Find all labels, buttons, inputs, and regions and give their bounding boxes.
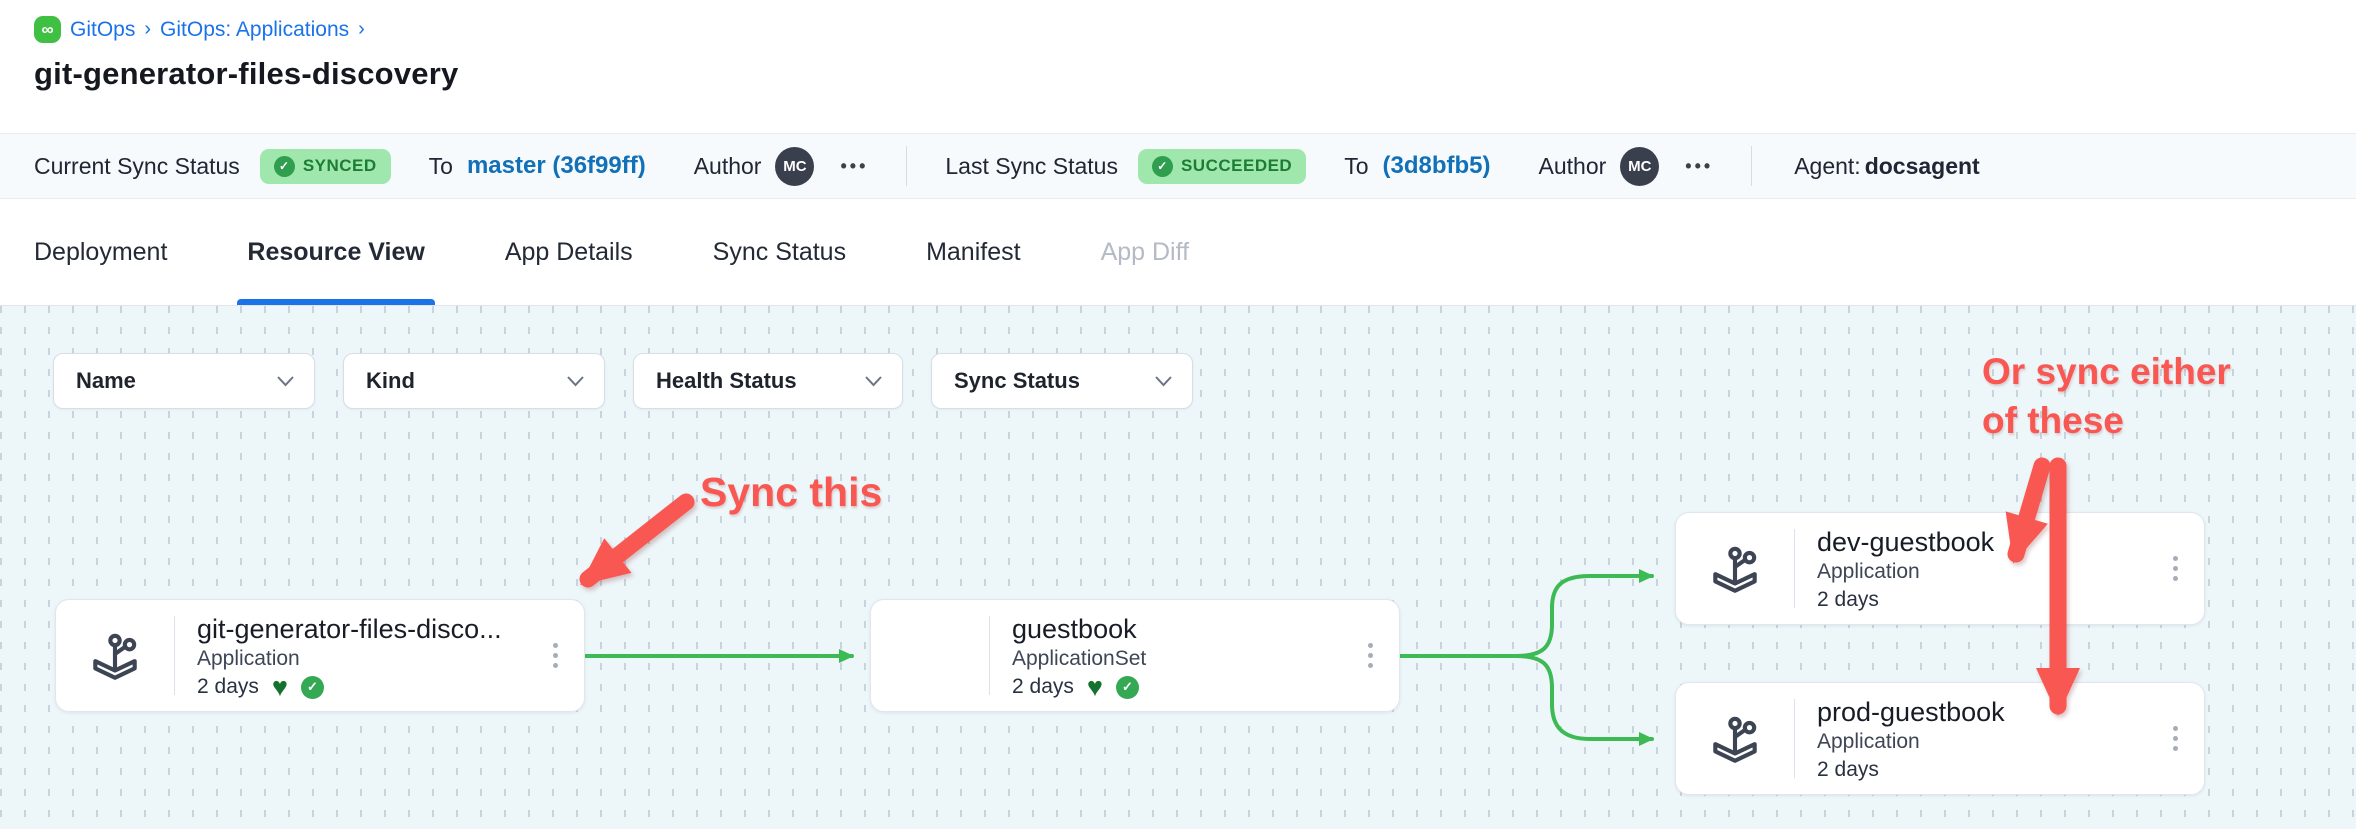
gitops-logo-icon: ∞ <box>34 16 61 43</box>
node-title: dev-guestbook <box>1817 527 2146 558</box>
chevron-down-icon <box>567 376 584 387</box>
check-circle-icon: ✓ <box>1152 156 1173 177</box>
current-commit-link[interactable]: master (36f99ff) <box>467 152 646 180</box>
current-author-label: Author <box>694 153 762 180</box>
node-title: prod-guestbook <box>1817 697 2146 728</box>
filter-sync-status-dropdown[interactable]: Sync Status <box>931 353 1193 409</box>
filter-bar: Name Kind Health Status Sync Status <box>53 353 1193 409</box>
last-author-label: Author <box>1539 153 1607 180</box>
node-kind: Application <box>197 647 526 671</box>
application-icon <box>1676 683 1794 794</box>
tab-bar: Deployment Resource View App Details Syn… <box>0 199 2356 306</box>
last-commit-link[interactable]: (3d8bfb5) <box>1383 152 1491 180</box>
chevron-down-icon <box>865 376 882 387</box>
node-dev-guestbook[interactable]: dev-guestbook Application 2 days <box>1675 512 2205 625</box>
breadcrumb-separator: › <box>358 18 365 41</box>
filter-name-label: Name <box>76 368 136 394</box>
node-kebab-menu[interactable] <box>2146 513 2204 624</box>
current-sync-status-label: Current Sync Status <box>34 153 240 180</box>
applicationset-icon-empty <box>871 600 989 711</box>
filter-name-dropdown[interactable]: Name <box>53 353 315 409</box>
node-title: guestbook <box>1012 614 1341 645</box>
health-heart-icon: ♥ <box>1087 677 1103 697</box>
node-body: guestbook ApplicationSet 2 days ♥ ✓ <box>990 600 1341 711</box>
last-to-label: To <box>1344 153 1368 180</box>
breadcrumb: ∞ GitOps › GitOps: Applications › <box>34 16 2356 43</box>
node-kind: Application <box>1817 560 2146 584</box>
annotation-line-1: Or sync either <box>1982 348 2231 397</box>
node-age: 2 days <box>1817 588 1879 612</box>
node-kebab-menu[interactable] <box>1341 600 1399 711</box>
application-icon <box>56 600 174 711</box>
current-author-avatar[interactable]: MC <box>775 147 814 186</box>
node-body: dev-guestbook Application 2 days <box>1795 513 2146 624</box>
filter-health-status-dropdown[interactable]: Health Status <box>633 353 903 409</box>
filter-kind-dropdown[interactable]: Kind <box>343 353 605 409</box>
chevron-down-icon <box>277 376 294 387</box>
last-sync-status-badge: ✓ SUCCEEDED <box>1138 149 1306 184</box>
chevron-down-icon <box>1155 376 1172 387</box>
breadcrumb-separator: › <box>144 18 151 41</box>
node-kebab-menu[interactable] <box>2146 683 2204 794</box>
node-guestbook[interactable]: guestbook ApplicationSet 2 days ♥ ✓ <box>870 599 1400 712</box>
annotation-sync-this: Sync this <box>700 469 882 516</box>
current-to-label: To <box>429 153 453 180</box>
resource-graph-canvas[interactable]: Name Kind Health Status Sync Status <box>0 306 2356 829</box>
node-title: git-generator-files-disco... <box>197 614 526 645</box>
current-sync-status-badge: ✓ SYNCED <box>260 149 391 184</box>
node-kind: ApplicationSet <box>1012 647 1341 671</box>
agent-value: docsagent <box>1865 153 1980 180</box>
sync-status-bar: Current Sync Status ✓ SYNCED To master (… <box>0 133 2356 199</box>
application-icon <box>1676 513 1794 624</box>
node-body: prod-guestbook Application 2 days <box>1795 683 2146 794</box>
last-sync-status-value: SUCCEEDED <box>1181 156 1292 176</box>
node-kind: Application <box>1817 730 2146 754</box>
annotation-line-2: of these <box>1982 397 2231 446</box>
tab-manifest[interactable]: Manifest <box>926 199 1020 305</box>
node-prod-guestbook[interactable]: prod-guestbook Application 2 days <box>1675 682 2205 795</box>
current-more-menu[interactable]: ••• <box>840 156 868 177</box>
synced-check-icon: ✓ <box>1116 676 1139 699</box>
breadcrumb-applications[interactable]: GitOps: Applications <box>160 18 349 42</box>
filter-kind-label: Kind <box>366 368 415 394</box>
node-kebab-menu[interactable] <box>526 600 584 711</box>
health-heart-icon: ♥ <box>272 677 288 697</box>
synced-check-icon: ✓ <box>301 676 324 699</box>
node-age: 2 days <box>1012 675 1074 699</box>
annotation-or-sync-either: Or sync either of these <box>1982 348 2231 446</box>
divider <box>1751 146 1752 186</box>
page-title: git-generator-files-discovery <box>34 56 2356 92</box>
node-age: 2 days <box>197 675 259 699</box>
filter-health-status-label: Health Status <box>656 368 797 394</box>
node-age: 2 days <box>1817 758 1879 782</box>
filter-sync-status-label: Sync Status <box>954 368 1080 394</box>
divider <box>906 146 907 186</box>
edge-to-dev-guestbook <box>1516 576 1652 656</box>
breadcrumb-gitops[interactable]: GitOps <box>70 18 135 42</box>
active-tab-underline <box>237 299 434 305</box>
last-sync-status-label: Last Sync Status <box>945 153 1118 180</box>
tab-resource-view-label: Resource View <box>247 238 424 267</box>
tab-sync-status[interactable]: Sync Status <box>713 199 846 305</box>
last-more-menu[interactable]: ••• <box>1685 156 1713 177</box>
check-circle-icon: ✓ <box>274 156 295 177</box>
current-sync-status-value: SYNCED <box>303 156 377 176</box>
tab-resource-view[interactable]: Resource View <box>247 199 424 305</box>
tab-app-diff: App Diff <box>1101 199 1189 305</box>
last-author-avatar[interactable]: MC <box>1620 147 1659 186</box>
agent-label: Agent: <box>1794 153 1861 180</box>
page-header: ∞ GitOps › GitOps: Applications › git-ge… <box>0 0 2356 133</box>
tab-app-details[interactable]: App Details <box>505 199 633 305</box>
edge-to-prod-guestbook <box>1516 656 1652 739</box>
node-body: git-generator-files-disco... Application… <box>175 600 526 711</box>
tab-deployment[interactable]: Deployment <box>34 199 167 305</box>
node-git-generator-files-discovery[interactable]: git-generator-files-disco... Application… <box>55 599 585 712</box>
